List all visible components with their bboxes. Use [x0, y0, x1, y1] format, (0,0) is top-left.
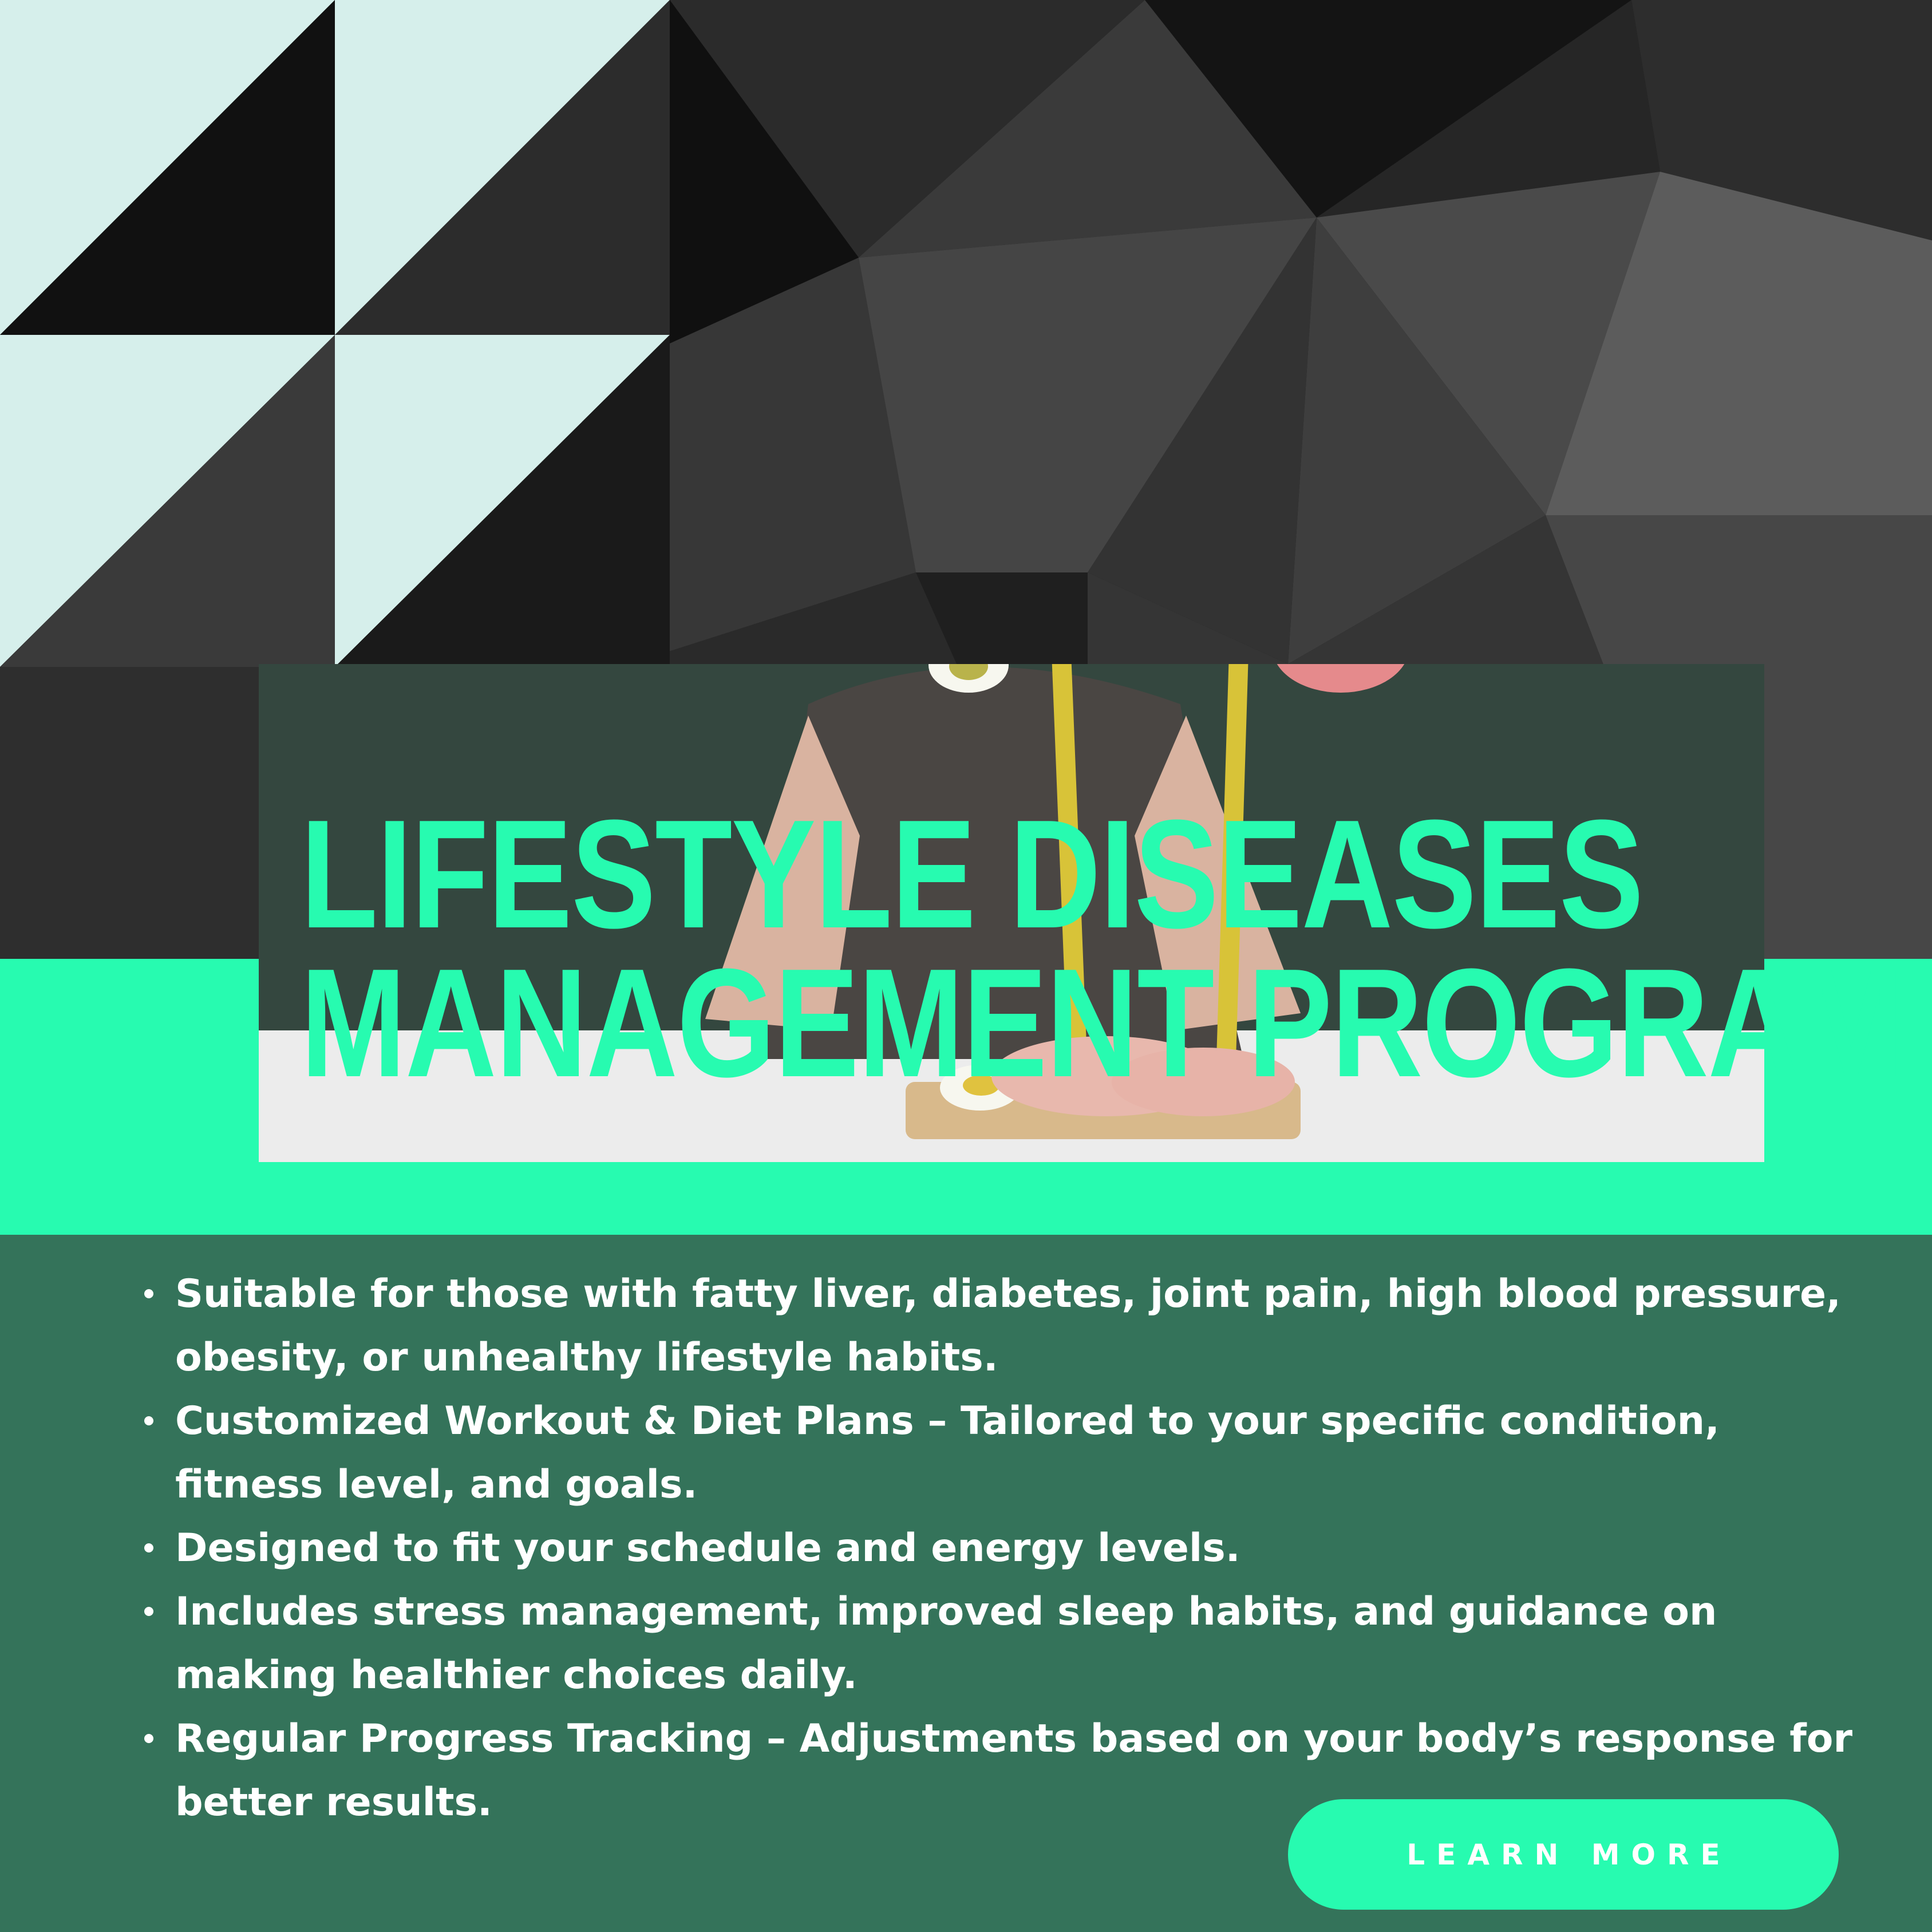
- learn-more-button[interactable]: LEARN MORE: [1288, 1799, 1839, 1910]
- program-title: LIFESTYLE DISEASES MANAGEMENT PROGRAM: [301, 788, 1904, 1109]
- program-title-line-1: LIFESTYLE DISEASES: [301, 788, 1643, 961]
- list-item: Customized Workout & Diet Plans – Tailor…: [136, 1389, 1854, 1516]
- triangle-decoration: [0, 0, 670, 667]
- benefits-list: Suitable for those with fatty liver, dia…: [136, 1262, 1854, 1834]
- list-item: Suitable for those with fatty liver, dia…: [136, 1262, 1854, 1389]
- program-title-line-2: MANAGEMENT PROGRAM: [301, 937, 1904, 1109]
- list-item: Includes stress management, improved sle…: [136, 1580, 1854, 1707]
- list-item: Designed to fit your schedule and energy…: [136, 1516, 1854, 1580]
